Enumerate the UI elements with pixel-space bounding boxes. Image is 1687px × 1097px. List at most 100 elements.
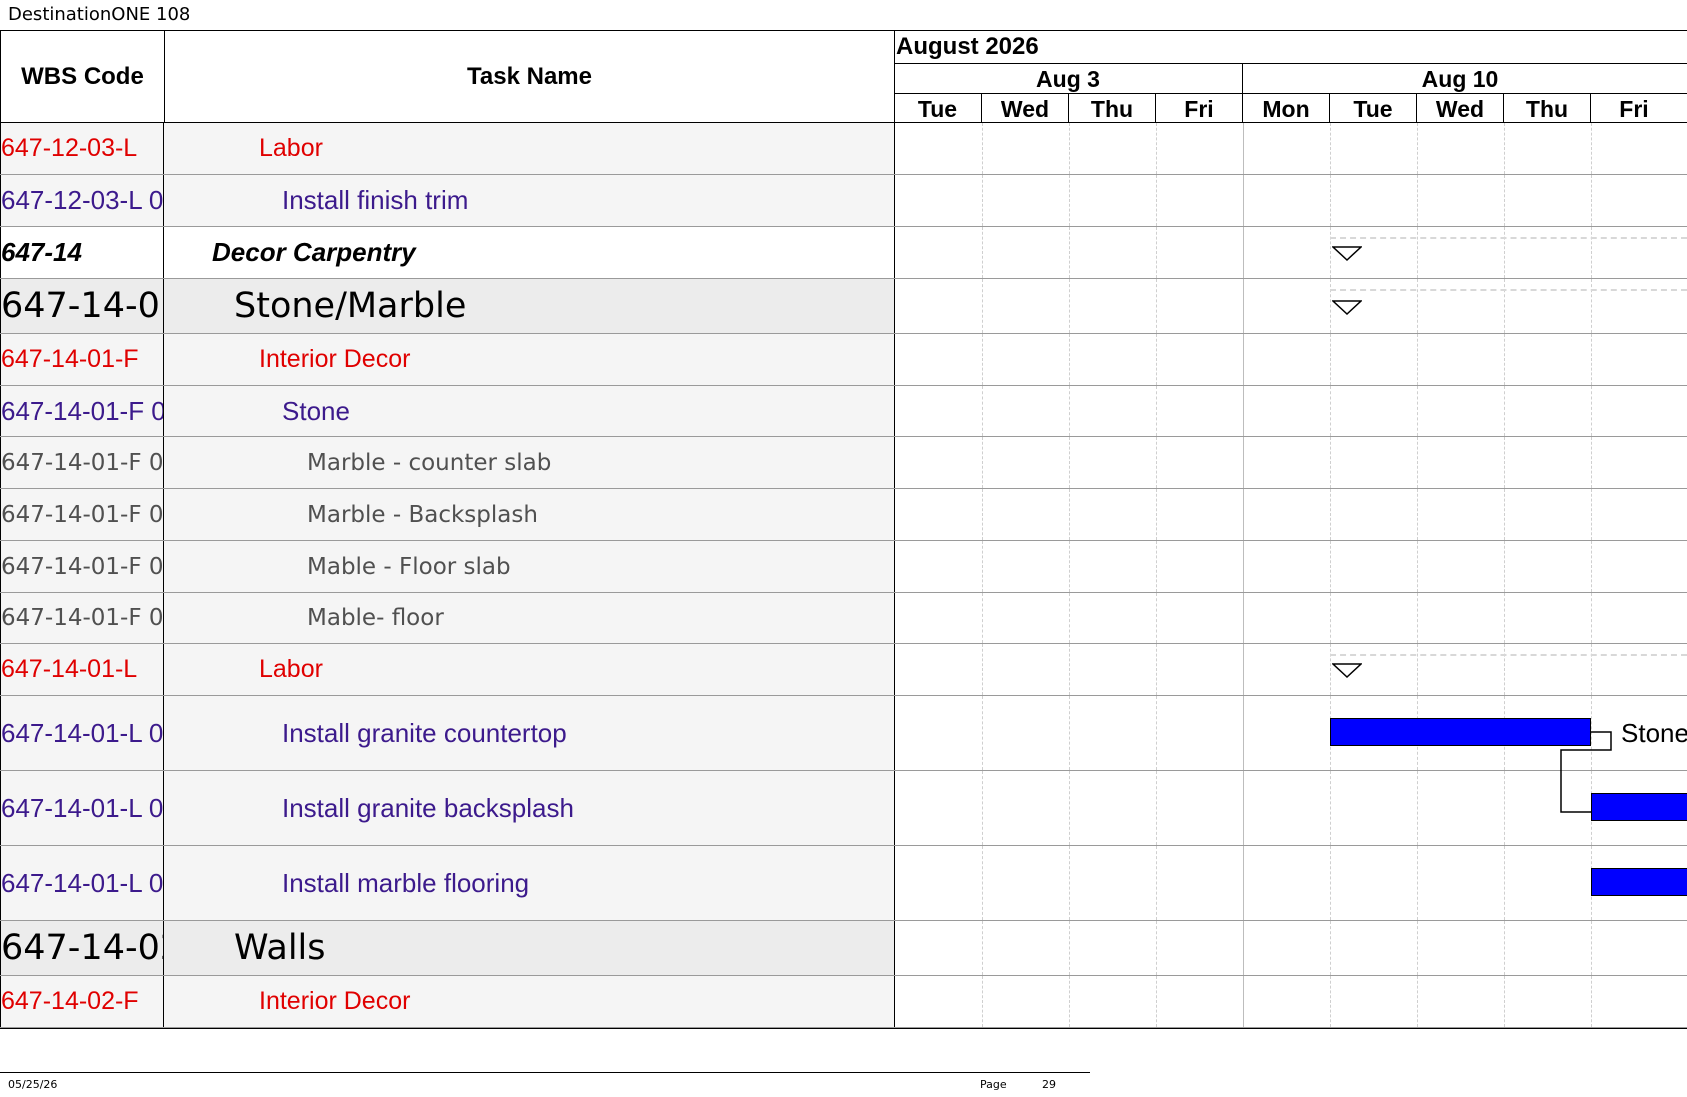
task-name-cell: Install finish trim: [164, 175, 895, 226]
table-row[interactable]: 647-14-01-F 01 Mable- floor: [0, 593, 1687, 644]
grid-line: [1330, 175, 1331, 226]
grid-line: [982, 921, 983, 975]
wbs-code-cell: 647-14-02-F: [0, 976, 164, 1027]
timeline-cell: [895, 976, 1687, 1027]
task-name-cell: Stone/Marble: [164, 279, 895, 333]
grid-line: [982, 279, 983, 333]
timeline-cell: [895, 334, 1687, 385]
task-bar-marble-flooring[interactable]: [1591, 868, 1687, 896]
task-name-cell: Labor: [164, 123, 895, 174]
grid-line: [1417, 541, 1418, 592]
task-name-cell: Decor Carpentry: [164, 227, 895, 278]
day-label: Tue: [1329, 94, 1416, 124]
grid-line: [1417, 227, 1418, 278]
table-row[interactable]: 647-14-01-L 0 Install marble flooring: [0, 846, 1687, 921]
grid-line: [1069, 279, 1070, 333]
timeline-cell: [895, 227, 1687, 278]
timeline-cell: [895, 386, 1687, 436]
table-row[interactable]: 647-14-02-F Interior Decor: [0, 976, 1687, 1028]
table-row[interactable]: 647-14-01-F 0 Stone: [0, 386, 1687, 437]
wbs-code-cell: 647-14-01-F 0: [0, 386, 164, 436]
table-row[interactable]: 647-14-01-F Interior Decor: [0, 334, 1687, 386]
table-row[interactable]: 647-14-01-F 01 Marble - counter slab: [0, 437, 1687, 489]
table-row[interactable]: 647-12-03-L Labor: [0, 123, 1687, 175]
grid-line: [1591, 386, 1592, 436]
day-row: Tue Wed Thu Fri Mon Tue Wed Thu Fri: [894, 93, 1687, 124]
table-bottom-border: [0, 1028, 1687, 1029]
grid-line: [1243, 334, 1244, 385]
wbs-code-cell: 647-12-03-L 0: [0, 175, 164, 226]
grid-line: [1591, 175, 1592, 226]
grid-line: [1504, 437, 1505, 488]
grid-line: [1591, 976, 1592, 1027]
grid-line: [1591, 593, 1592, 643]
grid-line: [1330, 386, 1331, 436]
month-label: August 2026: [896, 33, 1039, 60]
grid-line: [1243, 921, 1244, 975]
grid-line: [1417, 771, 1418, 845]
grid-line: [1243, 771, 1244, 845]
grid-line: [1504, 593, 1505, 643]
grid-line: [1504, 771, 1505, 845]
grid-line: [982, 976, 983, 1027]
gantt-sheet: WBS Code Task Name August 2026 Aug 3 Aug…: [0, 30, 1687, 1030]
footer-date: 05/25/26: [8, 1078, 58, 1091]
timeline-cell: [895, 593, 1687, 643]
table-row[interactable]: 647-14-01-L 0 Install granite backsplash: [0, 771, 1687, 846]
grid-line: [1591, 644, 1592, 695]
summary-marker-icon[interactable]: [1331, 300, 1363, 321]
grid-line: [982, 593, 983, 643]
day-label: Wed: [1416, 94, 1503, 124]
table-row[interactable]: 647-14-01-F 01 Mable - Floor slab: [0, 541, 1687, 593]
task-name-cell: Marble - counter slab: [164, 437, 895, 488]
task-name-cell: Mable- floor: [164, 593, 895, 643]
grid-line: [1504, 175, 1505, 226]
grid-line: [1417, 386, 1418, 436]
table-row[interactable]: 647-14-01Stone/Marble: [0, 279, 1687, 334]
grid-line: [1243, 123, 1244, 174]
wbs-code-header[interactable]: WBS Code: [0, 30, 165, 123]
footer-page-label: Page: [980, 1078, 1007, 1091]
table-row[interactable]: 647-14-02Walls: [0, 921, 1687, 976]
day-label: Tue: [917, 96, 958, 122]
table-row[interactable]: 647-14-01-L Labor: [0, 644, 1687, 696]
wbs-code-cell: 647-14-01: [0, 279, 164, 333]
grid-line: [1156, 489, 1157, 540]
grid-line: [1504, 386, 1505, 436]
task-bar-granite-countertop[interactable]: [1330, 718, 1591, 746]
wbs-code-cell: 647-14-01-F 01: [0, 437, 164, 488]
grid-line: [1069, 437, 1070, 488]
grid-line: [982, 489, 983, 540]
table-row[interactable]: 647-14-01-F 01 Marble - Backsplash: [0, 489, 1687, 541]
timeline-cell: [895, 921, 1687, 975]
grid-line: [1069, 175, 1070, 226]
grid-line: [1591, 279, 1592, 333]
day-label: Thu: [1503, 94, 1590, 124]
table-row[interactable]: 647-14 Decor Carpentry: [0, 227, 1687, 279]
grid-line: [1156, 644, 1157, 695]
grid-line: [1417, 334, 1418, 385]
summary-marker-icon[interactable]: [1331, 246, 1363, 267]
grid-line: [982, 175, 983, 226]
summary-line: [1330, 654, 1687, 656]
grid-line: [1156, 846, 1157, 920]
grid-line: [1591, 541, 1592, 592]
timeline-cell: [895, 489, 1687, 540]
grid-line: [1243, 846, 1244, 920]
grid-line: [1417, 593, 1418, 643]
day-label: Fri: [1155, 94, 1242, 124]
grid-line: [1330, 771, 1331, 845]
grid-line: [1330, 541, 1331, 592]
grid-line: [1243, 593, 1244, 643]
week-label: Aug 10: [1242, 64, 1677, 94]
wbs-code-cell: 647-14-01-F 01: [0, 541, 164, 592]
grid-line: [1504, 227, 1505, 278]
day-label: Fri: [1590, 94, 1677, 124]
task-name-header[interactable]: Task Name: [164, 30, 895, 123]
grid-line: [1504, 644, 1505, 695]
grid-line: [1156, 279, 1157, 333]
wbs-code-cell: 647-12-03-L: [0, 123, 164, 174]
grid-line: [1330, 123, 1331, 174]
table-row[interactable]: 647-12-03-L 0 Install finish trim: [0, 175, 1687, 227]
summary-marker-icon[interactable]: [1331, 663, 1363, 684]
